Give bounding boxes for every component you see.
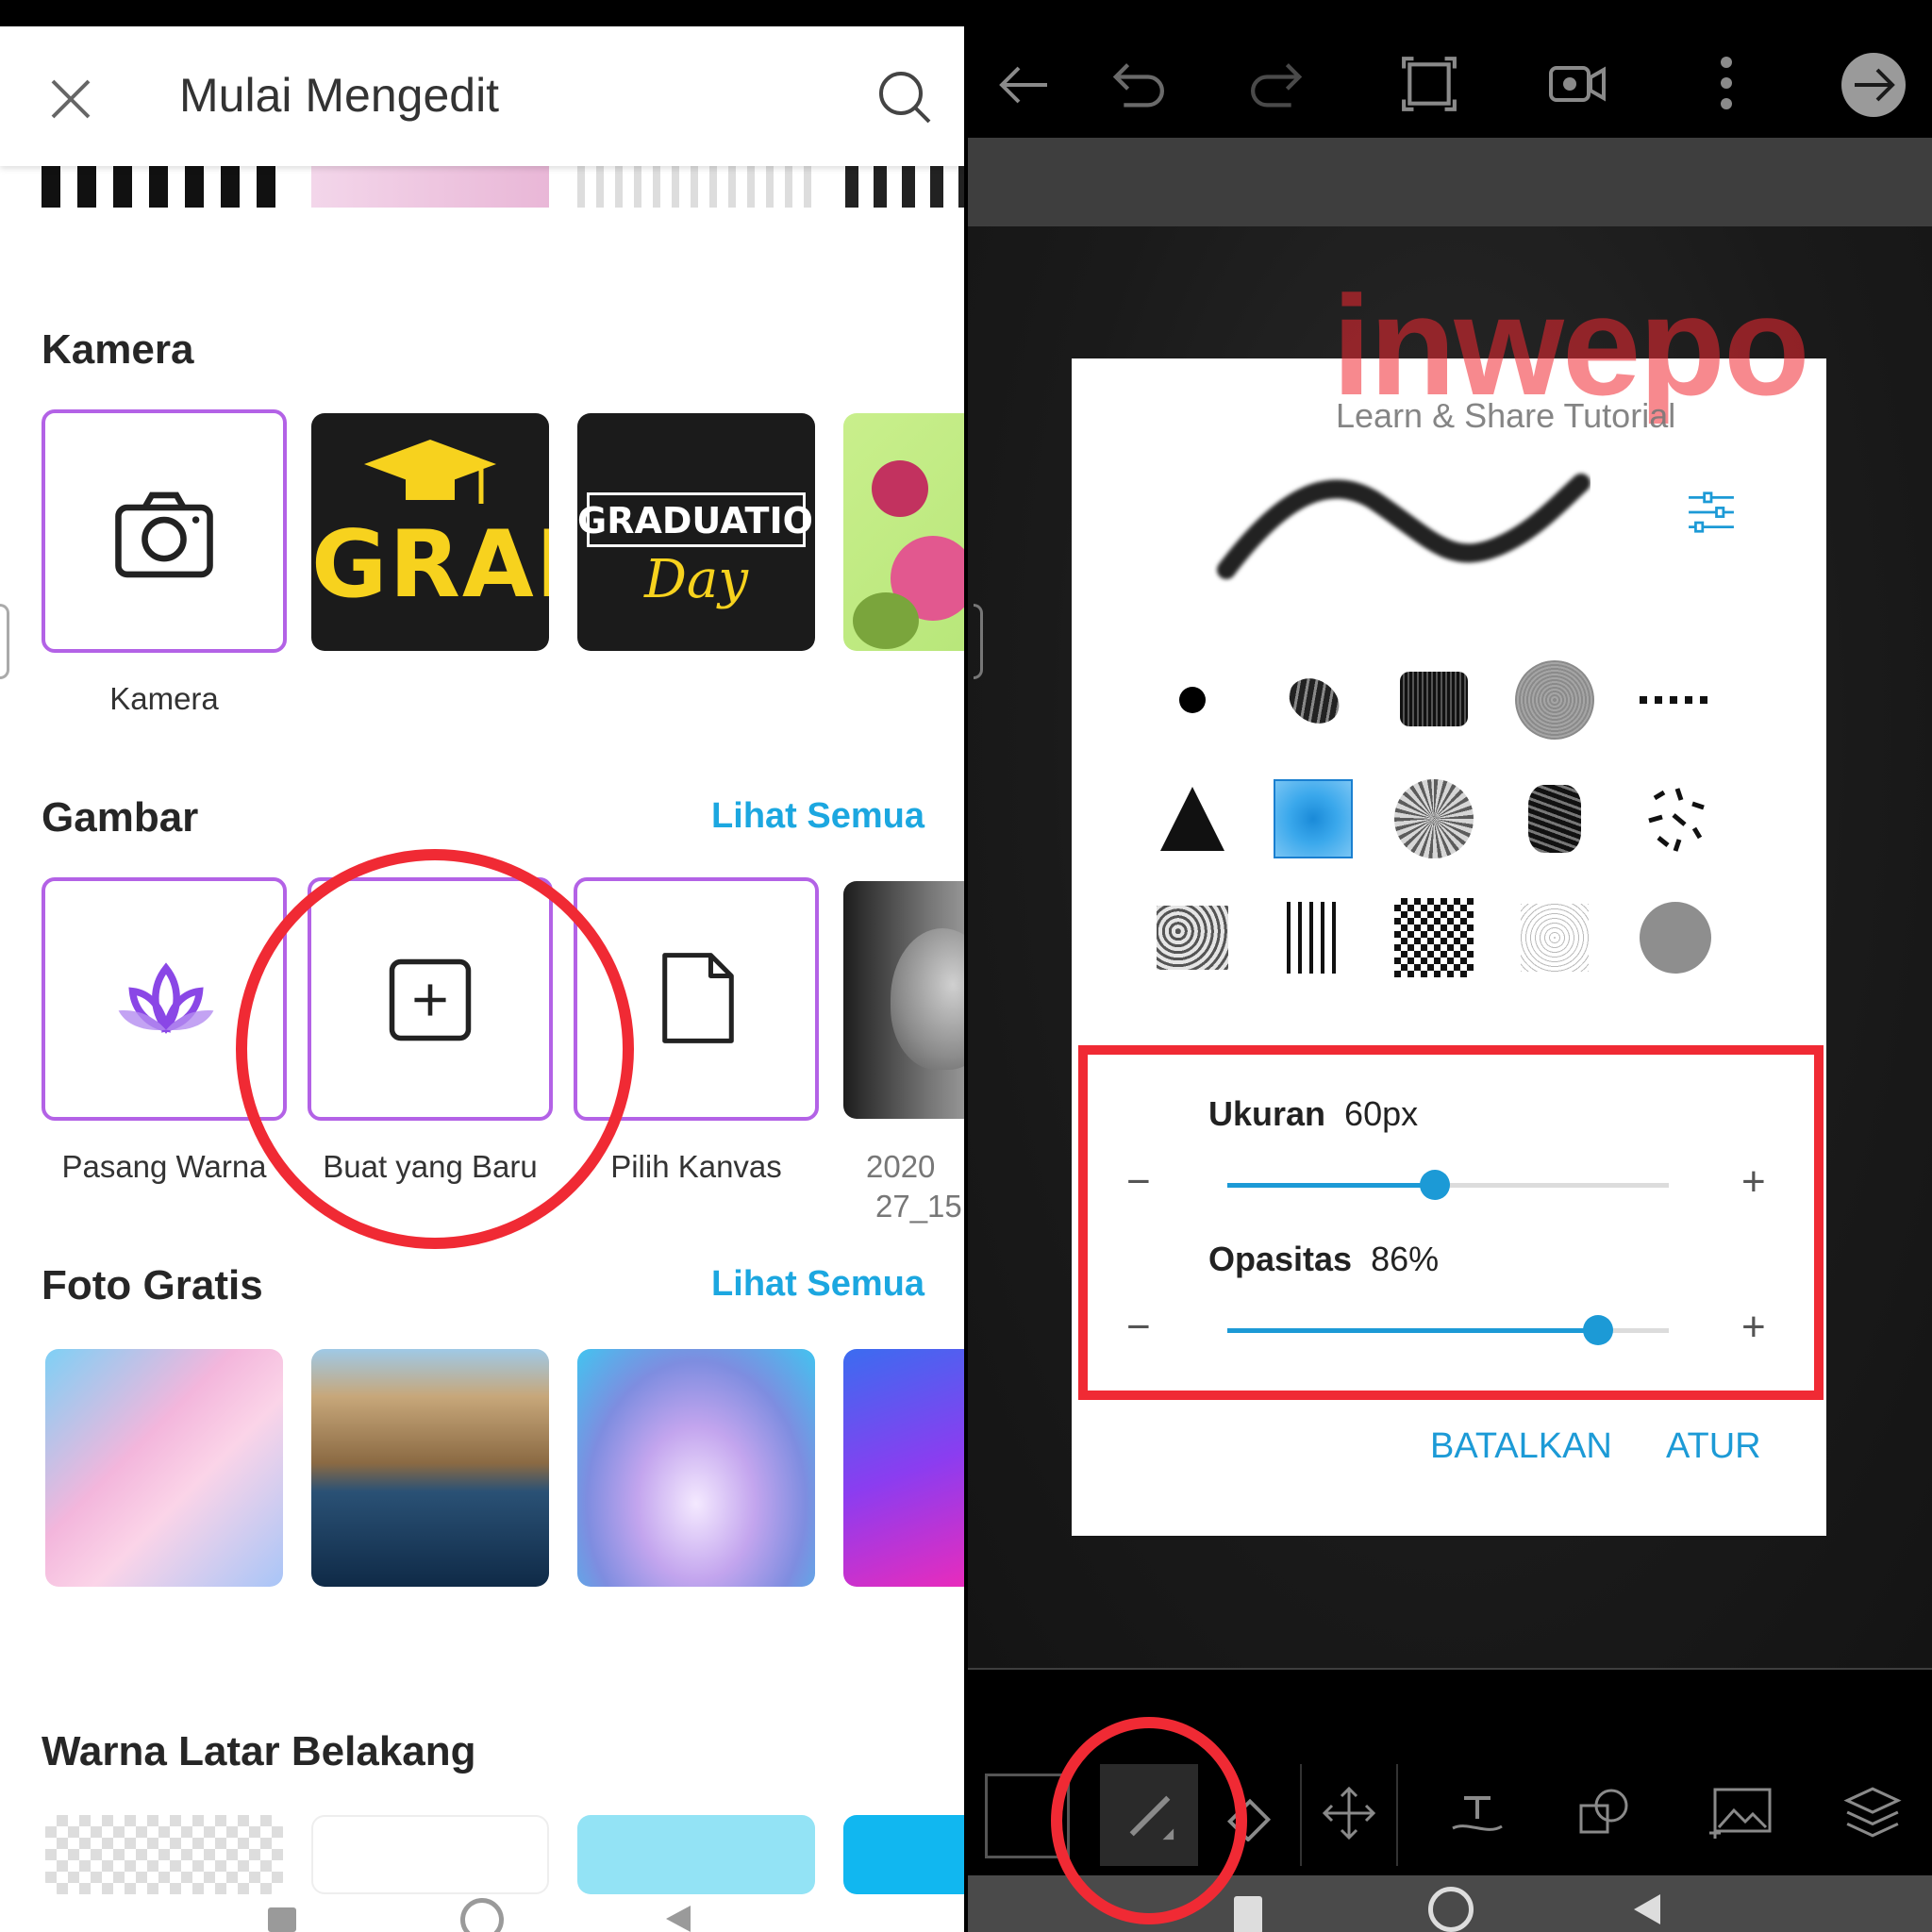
back-arrow-icon[interactable] — [996, 57, 1053, 113]
recent-photo-label-date: 2020 — [866, 1149, 936, 1184]
day-text: Day — [644, 549, 748, 610]
brush-charcoal[interactable] — [1394, 660, 1474, 740]
highlight-circle-brush-tool — [1051, 1717, 1247, 1924]
bg-transparent-swatch[interactable] — [45, 1815, 283, 1894]
sticker-strip — [0, 166, 964, 208]
grad-text: GRAD — [311, 511, 549, 619]
lotus-icon — [118, 962, 214, 1034]
page-title: Mulai Mengedit — [179, 69, 500, 122]
grad-template-tile[interactable]: GRAD — [311, 413, 549, 651]
background-color-section-title: Warna Latar Belakang — [42, 1728, 476, 1774]
brush-soft-square[interactable] — [1274, 779, 1353, 858]
editor-top-bar — [968, 0, 1932, 138]
graduation-day-template-tile[interactable]: GRADUATION Day — [577, 413, 815, 651]
free-photo-purple-clouds[interactable] — [577, 1349, 815, 1587]
system-nav-bar — [0, 1894, 964, 1932]
fullscreen-icon[interactable] — [1400, 55, 1458, 113]
brush-sponge[interactable] — [1153, 898, 1232, 977]
apply-button[interactable]: ATUR — [1666, 1426, 1761, 1467]
brush-triangle[interactable] — [1153, 779, 1232, 858]
recent-photo-label-time: 27_15 — [875, 1189, 962, 1224]
gambar-see-all-link[interactable]: Lihat Semua — [711, 796, 924, 837]
right-edge-handle[interactable] — [974, 604, 983, 679]
cancel-button[interactable]: BATALKAN — [1430, 1426, 1612, 1467]
free-photo-pink-clouds[interactable] — [45, 1349, 283, 1587]
close-icon[interactable] — [45, 74, 96, 125]
bg-light-blue-swatch[interactable] — [577, 1815, 815, 1894]
blank-page-icon — [662, 953, 734, 1043]
recents-nav-button[interactable] — [268, 1907, 296, 1932]
text-tool-icon[interactable] — [1449, 1785, 1506, 1841]
brush-dotted-line[interactable] — [1636, 660, 1715, 740]
more-options-icon[interactable] — [1717, 55, 1736, 111]
header: Mulai Mengedit — [0, 26, 964, 166]
free-photo-magenta-sky[interactable] — [843, 1349, 964, 1587]
brush-scatter[interactable] — [1636, 779, 1715, 858]
camera-tile[interactable] — [42, 409, 287, 653]
record-video-icon[interactable] — [1547, 60, 1607, 108]
highlight-circle-create-new — [236, 849, 634, 1249]
foto-gratis-see-all-link[interactable]: Lihat Semua — [711, 1264, 924, 1305]
brush-noise[interactable] — [1394, 898, 1474, 977]
flowers-template-tile[interactable] — [843, 413, 964, 651]
undo-icon[interactable] — [1104, 55, 1164, 115]
recents-nav-button-right[interactable] — [1234, 1896, 1262, 1932]
add-photo-icon[interactable] — [1707, 1783, 1774, 1841]
free-photo-cliff-sea[interactable] — [311, 1349, 549, 1587]
brush-fine-spray[interactable] — [1515, 898, 1594, 977]
watermark-tagline: Learn & Share Tutorial — [1336, 396, 1676, 435]
layers-icon[interactable] — [1843, 1783, 1902, 1841]
graduation-text: GRADUATION — [577, 500, 815, 541]
brush-adjust-icon[interactable] — [1685, 491, 1738, 534]
brush-hard-round[interactable] — [1153, 660, 1232, 740]
brush-soft-gray[interactable] — [1515, 660, 1594, 740]
camera-tile-label: Kamera — [109, 681, 219, 716]
kamera-section-title: Kamera — [42, 326, 194, 373]
back-nav-button[interactable] — [666, 1906, 691, 1932]
home-nav-button[interactable] — [460, 1898, 504, 1932]
recent-photo-tile[interactable] — [843, 881, 964, 1119]
bg-white-swatch[interactable] — [311, 1815, 549, 1894]
camera-icon — [115, 491, 213, 578]
brush-bristles[interactable] — [1274, 898, 1353, 977]
move-icon[interactable] — [1321, 1785, 1377, 1841]
left-edge-handle[interactable] — [0, 604, 9, 679]
foto-gratis-section-title: Foto Gratis — [42, 1262, 263, 1308]
brush-grunge[interactable] — [1515, 779, 1594, 858]
brush-gray-round[interactable] — [1636, 898, 1715, 977]
highlight-box-sliders — [1078, 1045, 1824, 1400]
brush-speckle-round[interactable] — [1394, 779, 1474, 858]
bg-blue-swatch[interactable] — [843, 1815, 964, 1894]
screenshot-root: Mulai Mengedit Kamera Kamera GRA GRADUAT… — [0, 0, 1932, 1932]
redo-icon[interactable] — [1251, 55, 1311, 115]
brush-chalk[interactable] — [1274, 660, 1353, 740]
back-nav-button-right[interactable] — [1634, 1894, 1660, 1924]
home-nav-button-right[interactable] — [1428, 1887, 1474, 1932]
next-arrow-icon[interactable] — [1840, 51, 1907, 119]
shape-tool-icon[interactable] — [1575, 1785, 1632, 1841]
brush-stroke-preview — [1217, 474, 1591, 579]
search-icon[interactable] — [875, 68, 934, 126]
color-match-label: Pasang Warna — [61, 1149, 267, 1184]
gambar-section-title: Gambar — [42, 794, 199, 841]
